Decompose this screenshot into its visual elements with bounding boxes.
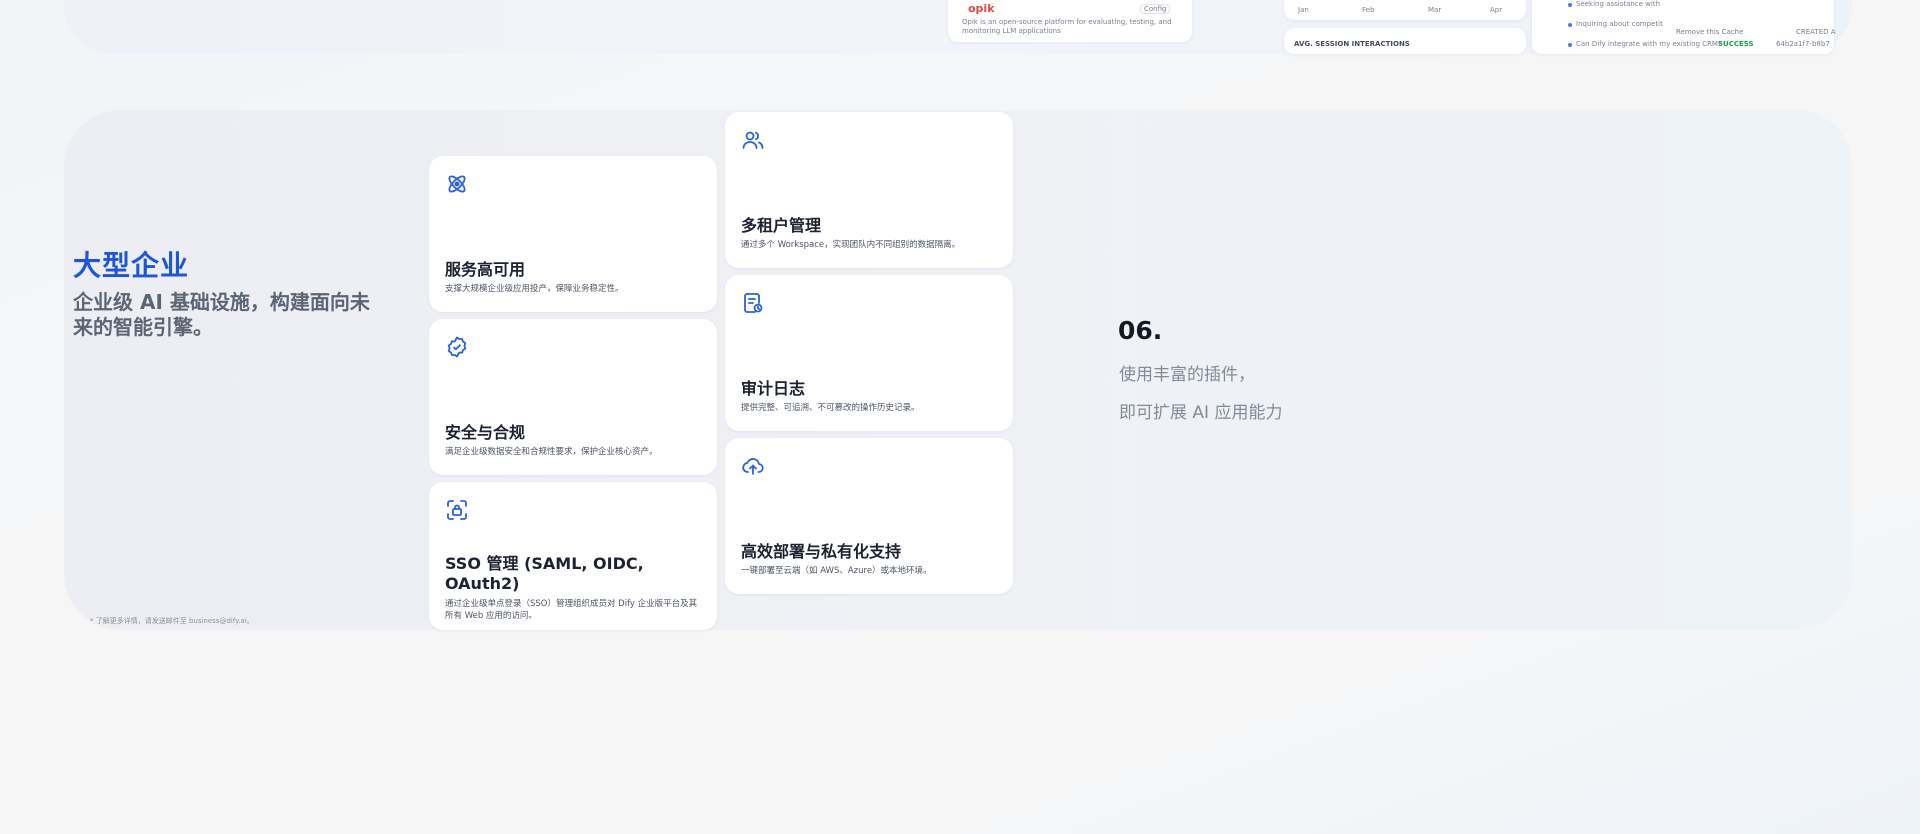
log-item[interactable]: Inquiring about competit	[1576, 20, 1663, 28]
verified-badge-icon	[445, 335, 469, 359]
remove-cache-link[interactable]: Remove this Cache	[1676, 28, 1743, 36]
month-label: Feb	[1362, 6, 1375, 14]
bullet-dot	[1568, 3, 1572, 7]
feature-desc: 提供完整、可追溯、不可篡改的操作历史记录。	[741, 403, 920, 413]
feature-title: 审计日志	[741, 379, 806, 398]
row-id: 64b2a1f7-b8b7	[1776, 40, 1830, 48]
log-item[interactable]: Seeking assistance with	[1576, 0, 1660, 8]
section-number: 06.	[1118, 316, 1163, 345]
enterprise-title: 大型企业	[73, 249, 190, 282]
log-item[interactable]: Can Dify integrate with my existing CRM?	[1576, 40, 1722, 48]
feature-desc: 一键部署至云端（如 AWS、Azure）或本地环境。	[741, 566, 932, 576]
logs-card: Seeking assistance with Inquiring about …	[1532, 0, 1836, 54]
bullet-dot	[1568, 23, 1572, 27]
chart-card: Jan Feb Mar Apr	[1284, 0, 1526, 20]
month-label: Mar	[1428, 6, 1442, 14]
feature-card-deployment: 高效部署与私有化支持 一键部署至云端（如 AWS、Azure）或本地环境。	[725, 438, 1013, 594]
feature-title: 多租户管理	[741, 216, 822, 235]
enterprise-subtitle: 企业级 AI 基础设施，构建面向未来的智能引擎。	[73, 290, 370, 339]
session-card: AVG. SESSION INTERACTIONS	[1284, 28, 1526, 54]
feature-desc: 支撑大规模企业级应用投产，保障业务稳定性。	[445, 284, 624, 294]
atom-icon	[445, 172, 469, 196]
plugins-text-line1: 使用丰富的插件，	[1119, 365, 1255, 385]
opik-config-badge[interactable]: Config	[1140, 4, 1171, 14]
month-label: Jan	[1298, 6, 1309, 14]
feature-card-multi-tenant: 多租户管理 通过多个 Workspace，实现团队内不同组别的数据隔离。	[725, 112, 1013, 268]
enterprise-intro: 大型企业 企业级 AI 基础设施，构建面向未来的智能引擎。	[73, 244, 373, 340]
users-icon	[741, 128, 765, 152]
contact-footnote: * 了解更多详情，请发送邮件至 business@dify.ai。	[90, 617, 254, 625]
bullet-dot	[1568, 43, 1572, 47]
feature-title: 安全与合规	[445, 423, 526, 442]
opik-logo-text: opik	[968, 2, 995, 15]
feature-card-high-availability: 服务高可用 支撑大规模企业级应用投产，保障业务稳定性。	[429, 156, 717, 312]
status-badge: SUCCESS	[1718, 40, 1754, 48]
feature-card-security: 安全与合规 满足企业级数据安全和合规性要求，保护企业核心资产。	[429, 319, 717, 475]
session-interactions-label: AVG. SESSION INTERACTIONS	[1294, 40, 1410, 48]
opik-card[interactable]: opik Config Opik is an open-source platf…	[948, 0, 1192, 42]
cloud-upload-icon	[741, 454, 765, 478]
feature-card-audit-log: 审计日志 提供完整、可追溯、不可篡改的操作历史记录。	[725, 275, 1013, 431]
feature-title: SSO 管理 (SAML, OIDC, OAuth2)	[445, 554, 644, 593]
feature-title: 服务高可用	[445, 260, 526, 279]
feature-desc: 满足企业级数据安全和合规性要求，保护企业核心资产。	[445, 447, 658, 457]
created-at-label: CREATED A	[1796, 28, 1836, 36]
feature-title: 高效部署与私有化支持	[741, 542, 902, 561]
feature-card-sso: SSO 管理 (SAML, OIDC, OAuth2) 通过企业级单点登录（SS…	[429, 482, 717, 630]
scan-lock-icon	[445, 498, 469, 522]
feature-desc: 通过多个 Workspace，实现团队内不同组别的数据隔离。	[741, 240, 961, 250]
audit-log-icon	[741, 291, 765, 315]
plugins-text-line2: 即可扩展 AI 应用能力	[1119, 403, 1283, 423]
month-label: Apr	[1490, 6, 1503, 14]
feature-desc: 通过企业级单点登录（SSO）管理组织成员对 Dify 企业版平台及其所有 Web…	[445, 599, 698, 621]
opik-description: Opik is an open-source platform for eval…	[962, 18, 1172, 35]
